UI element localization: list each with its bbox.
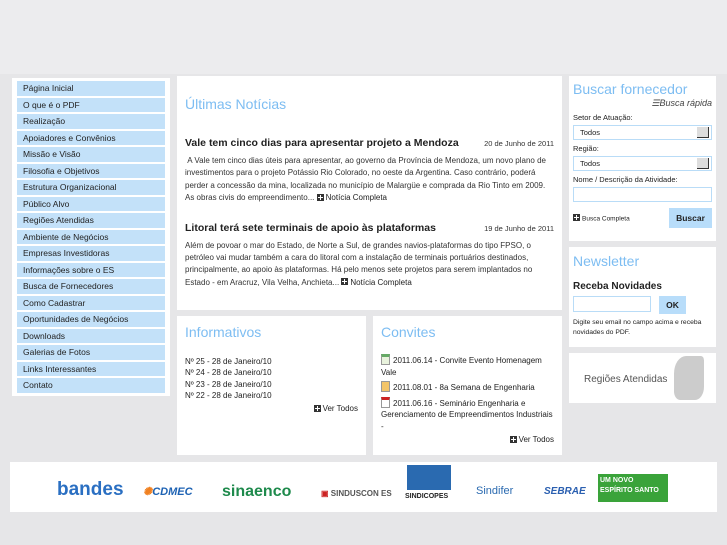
sindicopes-emblem [407,465,451,490]
sidebar-item[interactable]: Busca de Fornecedores [17,279,165,294]
sidebar-item[interactable]: Galerias de Fotos [17,345,165,360]
sidebar-item[interactable]: Apoiadores e Convênios [17,130,165,145]
informativos-title: Informativos [185,324,262,340]
ok-button[interactable]: OK [659,296,686,314]
dropdown-arrow-icon [697,158,709,169]
logo-sebrae[interactable]: SEBRAE [544,486,586,497]
logo-sindicopes[interactable]: SINDICOPES [405,493,448,500]
convites-title: Convites [381,324,436,340]
plus-icon [341,278,349,286]
plus-icon [316,193,324,201]
busca-title: Buscar fornecedor [573,81,688,97]
sidebar-item[interactable]: Missão e Visão [17,147,165,162]
news-date: 20 de Junho de 2011 [484,139,554,148]
busca-subtitle: ☰Busca rápida [651,98,712,108]
news-item: Vale tem cinco dias para apresentar proj… [185,137,554,205]
read-more-link[interactable]: Notícia Completa [316,193,387,202]
regioes-label: Regiões Atendidas [584,374,668,385]
sidebar-item[interactable]: Realização [17,114,165,129]
sidebar-item[interactable]: O que é o PDF [17,97,165,112]
sidebar-item[interactable]: Empresas Investidoras [17,246,165,261]
informativo-link[interactable]: Nº 25 - 28 de Janeiro/10 [185,356,358,367]
sidebar-item[interactable]: Ambiente de Negócios [17,229,165,244]
header-band [0,0,727,74]
nome-input[interactable] [573,187,712,202]
informativo-link[interactable]: Nº 24 - 28 de Janeiro/10 [185,367,358,378]
ver-todos-link[interactable]: Ver Todos [509,435,554,444]
ver-todos-link[interactable]: Ver Todos [313,404,358,413]
sidebar-menu: Página Inicial O que é o PDF Realização … [12,78,170,396]
read-more-link[interactable]: Notícia Completa [341,278,412,287]
sidebar-item[interactable]: Contato [17,378,165,393]
plus-icon [509,435,517,443]
sidebar-item[interactable]: Links Interessantes [17,361,165,376]
partners-footer: bandes ✺CDMEC sinaenco ▣ SINDUSCON ES SI… [10,462,717,512]
convite-link[interactable]: 2011.08.01 - 8a Semana de Engenharia [381,381,554,394]
informativos-panel: Informativos Nº 25 - 28 de Janeiro/10 Nº… [177,316,366,455]
sidebar-item[interactable]: Como Cadastrar [17,295,165,310]
news-item: Litoral terá sete terminais de apoio às … [185,222,554,290]
pdf-icon [381,396,390,408]
informativo-link[interactable]: Nº 23 - 28 de Janeiro/10 [185,379,358,390]
sidebar-item[interactable]: Página Inicial [17,81,165,96]
nome-label: Nome / Descrição da Atividade: [573,175,678,184]
logo-sinaenco[interactable]: sinaenco [222,483,291,501]
setor-select[interactable]: Todos [573,125,712,140]
convite-link[interactable]: 2011.06.14 - Convite Evento Homenagem Va… [381,354,554,378]
logo-bandes[interactable]: bandes [57,479,124,501]
image-file-icon [381,381,390,392]
convite-link[interactable]: 2011.06.16 - Seminário Engenharia e Gere… [381,396,554,433]
informativo-link[interactable]: Nº 22 - 28 de Janeiro/10 [185,390,358,401]
regioes-atendidas-banner[interactable]: Regiões Atendidas [569,353,716,403]
convites-panel: Convites 2011.06.14 - Convite Evento Hom… [373,316,562,455]
news-title: Últimas Notícias [185,96,287,112]
buscar-fornecedor-panel: Buscar fornecedor ☰Busca rápida Setor de… [569,76,716,241]
plus-icon [573,213,580,221]
news-panel: Últimas Notícias Vale tem cinco dias par… [177,76,562,310]
map-icon [674,356,704,400]
regiao-label: Região: [573,144,599,153]
busca-completa-link[interactable]: Busca Completa [573,213,630,222]
logo-sinduscon[interactable]: ▣ SINDUSCON ES [321,489,392,498]
plus-icon [313,404,321,412]
logo-cdmec[interactable]: ✺CDMEC [143,485,193,498]
news-date: 19 de Junho de 2011 [484,223,554,233]
email-input[interactable] [573,296,651,312]
sidebar-item[interactable]: Downloads [17,328,165,343]
dropdown-arrow-icon [697,127,709,138]
news-headline[interactable]: Litoral terá sete terminais de apoio às … [185,222,436,234]
sidebar-item[interactable]: Público Alvo [17,196,165,211]
buscar-button[interactable]: Buscar [669,208,712,228]
news-headline[interactable]: Vale tem cinco dias para apresentar proj… [185,137,459,149]
setor-label: Setor de Atuação: [573,113,633,122]
newsletter-hint: Digite seu email no campo acima e receba… [573,319,702,336]
newsletter-title: Newsletter [573,253,640,269]
newsletter-heading: Receba Novidades [573,281,662,292]
sidebar-item[interactable]: Informações sobre o ES [17,262,165,277]
sidebar-item[interactable]: Oportunidades de Negócios [17,312,165,327]
logo-espirito-santo[interactable]: UM NOVO ESPÍRITO SANTO [598,474,668,502]
regiao-select[interactable]: Todos [573,156,712,171]
sidebar-item[interactable]: Filosofia e Objetivos [17,163,165,178]
file-icon [381,354,390,365]
sidebar-item[interactable]: Estrutura Organizacional [17,180,165,195]
newsletter-panel: Newsletter Receba Novidades OK Digite se… [569,247,716,347]
sidebar-item[interactable]: Regiões Atendidas [17,213,165,228]
logo-sindifer[interactable]: Sindifer [476,485,513,497]
